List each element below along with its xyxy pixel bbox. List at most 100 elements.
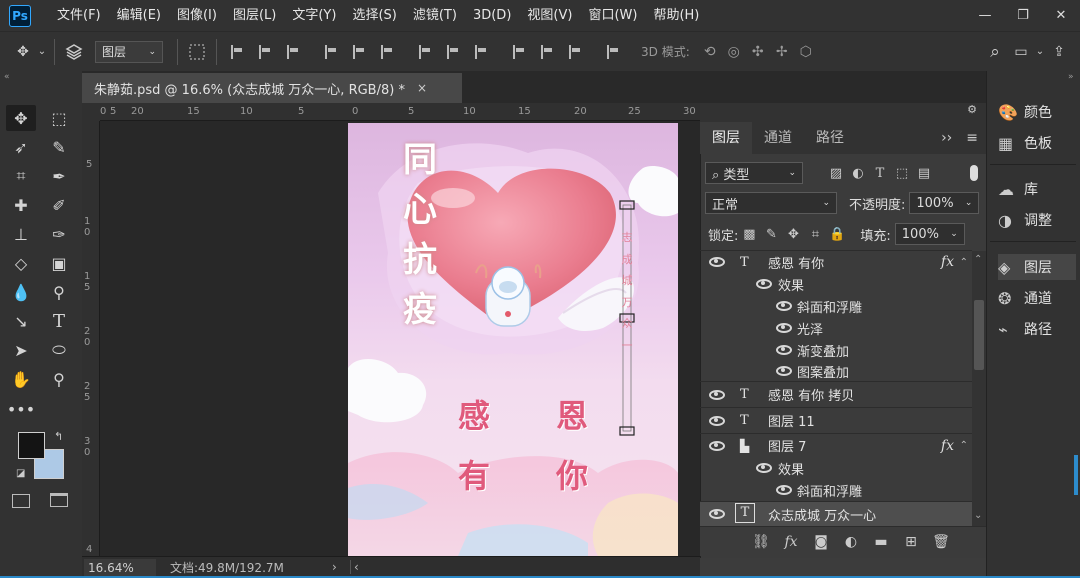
lasso-tool-icon[interactable]: ➶ xyxy=(6,134,36,160)
layer-row-selected[interactable]: T 众志成城 万众一心 xyxy=(700,501,972,526)
scroll-right-icon[interactable]: › xyxy=(332,560,337,574)
scroll-left-icon[interactable]: ‹ xyxy=(354,560,359,574)
chevron-up-icon[interactable]: ⌃ xyxy=(960,257,968,268)
distribute-hcenter-icon[interactable] xyxy=(541,44,553,59)
layer-row[interactable]: ▙ 图层 7 fx ⌃ xyxy=(700,433,972,457)
menu-help[interactable]: 帮助(H) xyxy=(645,0,707,31)
tab-paths[interactable]: 路径 xyxy=(804,122,856,154)
visibility-eye-icon[interactable] xyxy=(776,323,792,333)
panel-expand-icon[interactable]: ›› xyxy=(935,122,958,154)
swap-colors-icon[interactable]: ↰ xyxy=(54,430,63,443)
visibility-eye-icon[interactable] xyxy=(709,390,725,400)
chevron-down-icon[interactable]: ⌄ xyxy=(1034,39,1046,65)
visibility-eye-icon[interactable] xyxy=(756,279,772,289)
more-tools-icon[interactable]: ••• xyxy=(6,396,36,422)
canvas-area[interactable]: 同 心 抗 疫 志 成 城 万 众 一 感 恩 有 你 xyxy=(100,121,700,556)
fill-field[interactable]: 100% ⌄ xyxy=(894,223,965,245)
distribute-top-icon[interactable] xyxy=(419,44,431,59)
type-tool-icon[interactable]: T xyxy=(44,308,74,334)
3d-scale-icon[interactable]: ⬡ xyxy=(794,43,818,61)
marquee-tool-icon[interactable]: ⬚ xyxy=(44,105,74,131)
workspace-icon[interactable]: ▭ xyxy=(1008,39,1034,65)
screen-mode-icon[interactable] xyxy=(50,493,68,507)
visibility-eye-icon[interactable] xyxy=(709,441,725,451)
dock-libraries[interactable]: ☁ 库 xyxy=(998,176,1076,202)
opacity-field[interactable]: 100% ⌄ xyxy=(909,192,980,214)
link-layers-icon[interactable]: ⛓ xyxy=(746,534,776,550)
effect-row[interactable]: 斜面和浮雕 xyxy=(700,479,972,501)
dock-layers[interactable]: ◈ 图层 xyxy=(998,254,1076,280)
3d-pan-icon[interactable]: ✣ xyxy=(746,43,770,61)
collapse-icon[interactable]: » xyxy=(1068,72,1074,82)
tab-layers[interactable]: 图层 xyxy=(700,122,752,154)
visibility-eye-icon[interactable] xyxy=(776,345,792,355)
healing-tool-icon[interactable]: ✚ xyxy=(6,192,36,218)
dock-swatches[interactable]: ▦ 色板 xyxy=(998,130,1076,156)
zoom-tool-icon[interactable]: ⚲ xyxy=(44,366,74,392)
effect-row[interactable]: 斜面和浮雕 xyxy=(700,295,972,317)
visibility-eye-icon[interactable] xyxy=(709,509,725,519)
auto-select-dropdown[interactable]: 图层 ⌄ xyxy=(95,40,163,63)
tool-presets-icon[interactable]: ⚙ xyxy=(958,103,986,121)
filter-kind-dropdown[interactable]: ⌕ 类型 ⌄ xyxy=(705,162,803,184)
scroll-up-icon[interactable]: ⌃ xyxy=(974,254,982,265)
menu-edit[interactable]: 编辑(E) xyxy=(109,0,169,31)
chevron-up-icon[interactable]: ⌃ xyxy=(960,440,968,451)
align-left-icon[interactable] xyxy=(325,44,337,59)
filter-toggle[interactable] xyxy=(970,165,978,181)
add-mask-icon[interactable]: ◙ xyxy=(806,534,836,550)
distribute-bottom-icon[interactable] xyxy=(475,44,487,59)
align-bottom-icon[interactable] xyxy=(287,44,299,59)
lock-pixels-icon[interactable]: ✎ xyxy=(760,224,782,244)
close-window-button[interactable]: ✕ xyxy=(1042,0,1080,31)
layer-row[interactable]: T 感恩 有你 fx ⌃ xyxy=(700,251,972,273)
visibility-eye-icon[interactable] xyxy=(776,366,792,376)
distribute-vcenter-icon[interactable] xyxy=(447,44,459,59)
menu-select[interactable]: 选择(S) xyxy=(344,0,404,31)
effect-row[interactable]: 光泽 xyxy=(700,317,972,339)
document-info[interactable]: 文档:49.8M/192.7M xyxy=(170,559,284,576)
transform-controls-icon[interactable] xyxy=(184,39,210,65)
align-hcenter-icon[interactable] xyxy=(353,44,365,59)
dock-color[interactable]: 🎨 颜色 xyxy=(998,99,1076,125)
distribute-right-icon[interactable] xyxy=(569,44,581,59)
menu-layer[interactable]: 图层(L) xyxy=(225,0,284,31)
filter-shape-icon[interactable]: ⬚ xyxy=(891,163,913,183)
restore-button[interactable]: ❐ xyxy=(1004,0,1042,31)
dodge-tool-icon[interactable]: ⚲ xyxy=(44,279,74,305)
new-group-folder-icon[interactable]: ▬ xyxy=(866,534,896,550)
filter-type-icon[interactable]: T xyxy=(869,163,891,183)
document-tab[interactable]: 朱静茹.psd @ 16.6% (众志成城 万众一心, RGB/8) * × xyxy=(82,73,462,103)
menu-file[interactable]: 文件(F) xyxy=(49,0,109,31)
dock-adjustments[interactable]: ◑ 调整 xyxy=(998,207,1076,233)
distribute-left-icon[interactable] xyxy=(513,44,525,59)
blur-tool-icon[interactable]: 💧 xyxy=(6,279,36,305)
visibility-eye-icon[interactable] xyxy=(709,416,725,426)
lock-transparent-icon[interactable]: ▩ xyxy=(738,224,760,244)
menu-image[interactable]: 图像(I) xyxy=(169,0,225,31)
tab-channels[interactable]: 通道 xyxy=(752,122,804,154)
search-icon[interactable]: ⌕ xyxy=(982,39,1008,65)
menu-window[interactable]: 窗口(W) xyxy=(580,0,645,31)
stamp-tool-icon[interactable]: ⊥ xyxy=(6,221,36,247)
menu-3d[interactable]: 3D(D) xyxy=(465,0,519,31)
menu-view[interactable]: 视图(V) xyxy=(519,0,580,31)
brush-tool-icon[interactable]: ✐ xyxy=(44,192,74,218)
effects-row[interactable]: 效果 xyxy=(700,457,972,479)
zoom-level[interactable]: 16.64% xyxy=(84,558,156,577)
ellipse-tool-icon[interactable]: ⬭ xyxy=(44,337,74,363)
foreground-color-swatch[interactable] xyxy=(18,432,45,459)
effect-row[interactable]: 渐变叠加 xyxy=(700,339,972,361)
path-select-tool-icon[interactable]: ➤ xyxy=(6,337,36,363)
add-style-fx-icon[interactable]: fx xyxy=(776,534,806,550)
gradient-tool-icon[interactable]: ▣ xyxy=(44,250,74,276)
scroll-down-icon[interactable]: ⌄ xyxy=(974,510,982,521)
vertical-slogan-text[interactable]: 志 成 城 万 众 一 xyxy=(619,227,635,356)
filter-adjustment-icon[interactable]: ◐ xyxy=(847,163,869,183)
filter-smart-object-icon[interactable]: ▤ xyxy=(913,163,935,183)
effect-row[interactable]: 图案叠加 xyxy=(700,361,972,381)
align-vcenter-icon[interactable] xyxy=(259,44,271,59)
blend-mode-dropdown[interactable]: 正常 ⌄ xyxy=(705,192,837,214)
share-icon[interactable]: ⇪ xyxy=(1046,39,1072,65)
3d-slide-icon[interactable]: ✢ xyxy=(770,43,794,61)
